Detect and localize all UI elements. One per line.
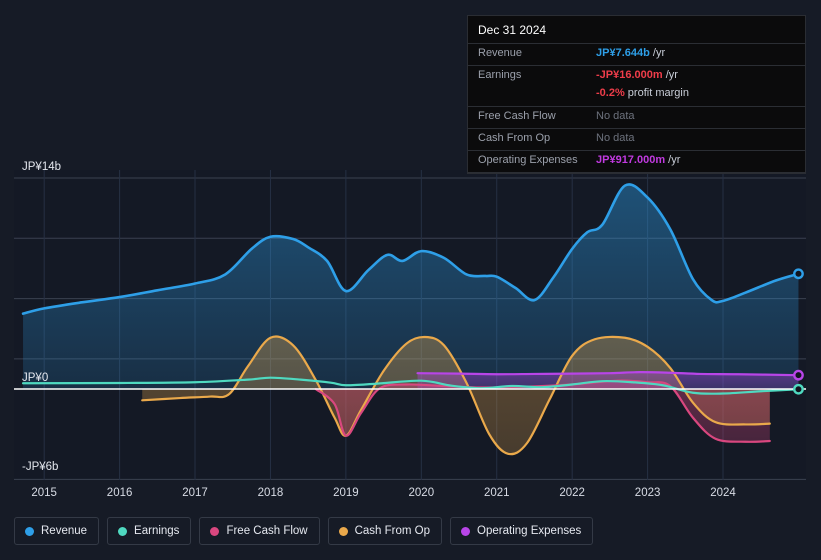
- tooltip-row-label: Free Cash Flow: [478, 110, 556, 122]
- legend-color-dot-icon: [118, 526, 128, 536]
- legend-item-operating-expenses[interactable]: Operating Expenses: [450, 517, 594, 545]
- x-axis-tick-2024: 2024: [710, 487, 736, 499]
- tooltip-row-label: Earnings: [478, 69, 522, 81]
- tooltip-row: Earnings -JP¥16.000m /yr: [468, 65, 805, 87]
- legend-item-label: Cash From Op: [354, 525, 431, 537]
- tooltip-row-label: Revenue: [478, 47, 523, 59]
- tooltip-row-value: JP¥7.644b /yr: [596, 47, 666, 59]
- legend-color-dot-icon: [25, 526, 34, 536]
- data-tooltip: Dec 31 2024 Revenue JP¥7.644b /yr Earnings…: [467, 15, 806, 174]
- legend-item-label: Earnings: [134, 525, 180, 537]
- tooltip-footer-rule: [468, 172, 805, 173]
- y-axis-label-zero: JP¥0: [22, 372, 48, 384]
- tooltip-row: Operating Expenses JP¥917.000m /yr: [468, 150, 805, 172]
- endpoint-earnings: [793, 383, 804, 395]
- tooltip-row-label: Operating Expenses: [478, 154, 578, 166]
- legend-color-dot-icon: [210, 526, 220, 536]
- tooltip-row: Free Cash Flow No data: [468, 106, 805, 128]
- x-axis-tick-2020: 2020: [409, 487, 435, 499]
- legend-item-label: Operating Expenses: [477, 525, 582, 537]
- x-axis-labels: 2015 2016 2017 2018 2019 2020 2021 2022 2023 2024: [31, 487, 736, 499]
- legend-item-cash-from-op[interactable]: Cash From Op: [327, 517, 443, 545]
- y-axis-label-top: JP¥14b: [22, 161, 61, 173]
- legend-item-label: Revenue: [41, 525, 88, 537]
- tooltip-row-value: -0.2% profit margin: [596, 87, 689, 99]
- tooltip-date: Dec 31 2024: [478, 23, 547, 37]
- legend-item-free-cash-flow[interactable]: Free Cash Flow: [199, 517, 320, 545]
- endpoint-operating-expenses: [793, 369, 804, 381]
- tooltip-row-label: Cash From Op: [478, 132, 551, 144]
- legend-item-earnings[interactable]: Earnings: [107, 517, 192, 545]
- x-axis-tick-2018: 2018: [258, 487, 284, 499]
- tooltip-row-value: No data: [596, 132, 635, 144]
- endpoint-revenue: [793, 268, 804, 280]
- legend-color-dot-icon: [338, 526, 348, 536]
- tooltip-row-value: No data: [596, 110, 635, 122]
- y-axis-label-bottom: -JP¥6b: [22, 461, 58, 473]
- tooltip-row: -0.2% profit margin: [468, 87, 805, 106]
- x-axis-tick-2015: 2015: [31, 487, 57, 499]
- legend-item-label: Free Cash Flow: [226, 525, 308, 537]
- legend-item-revenue[interactable]: Revenue: [14, 517, 100, 545]
- tooltip-row: Cash From Op No data: [468, 128, 805, 150]
- tooltip-row-value: -JP¥16.000m /yr: [596, 69, 678, 81]
- x-axis-tick-2017: 2017: [182, 487, 208, 499]
- chart-legend[interactable]: Revenue Earnings Free Cash Flow Cash From O…: [14, 517, 594, 545]
- x-axis-tick-2023: 2023: [635, 487, 661, 499]
- x-axis-tick-2016: 2016: [107, 487, 133, 499]
- financial-chart: JP¥14b JP¥0 -JP¥6b 2015 2016 2017 2018 2019 2…: [0, 0, 821, 560]
- x-axis-tick-2021: 2021: [484, 487, 510, 499]
- tooltip-rows: Revenue JP¥7.644b /yr Earnings -JP¥16.000m …: [468, 43, 805, 172]
- tooltip-row-value: JP¥917.000m /yr: [596, 154, 681, 166]
- tooltip-row: Revenue JP¥7.644b /yr: [468, 43, 805, 65]
- x-axis-tick-2019: 2019: [333, 487, 359, 499]
- x-axis-tick-2022: 2022: [559, 487, 585, 499]
- legend-color-dot-icon: [461, 526, 471, 536]
